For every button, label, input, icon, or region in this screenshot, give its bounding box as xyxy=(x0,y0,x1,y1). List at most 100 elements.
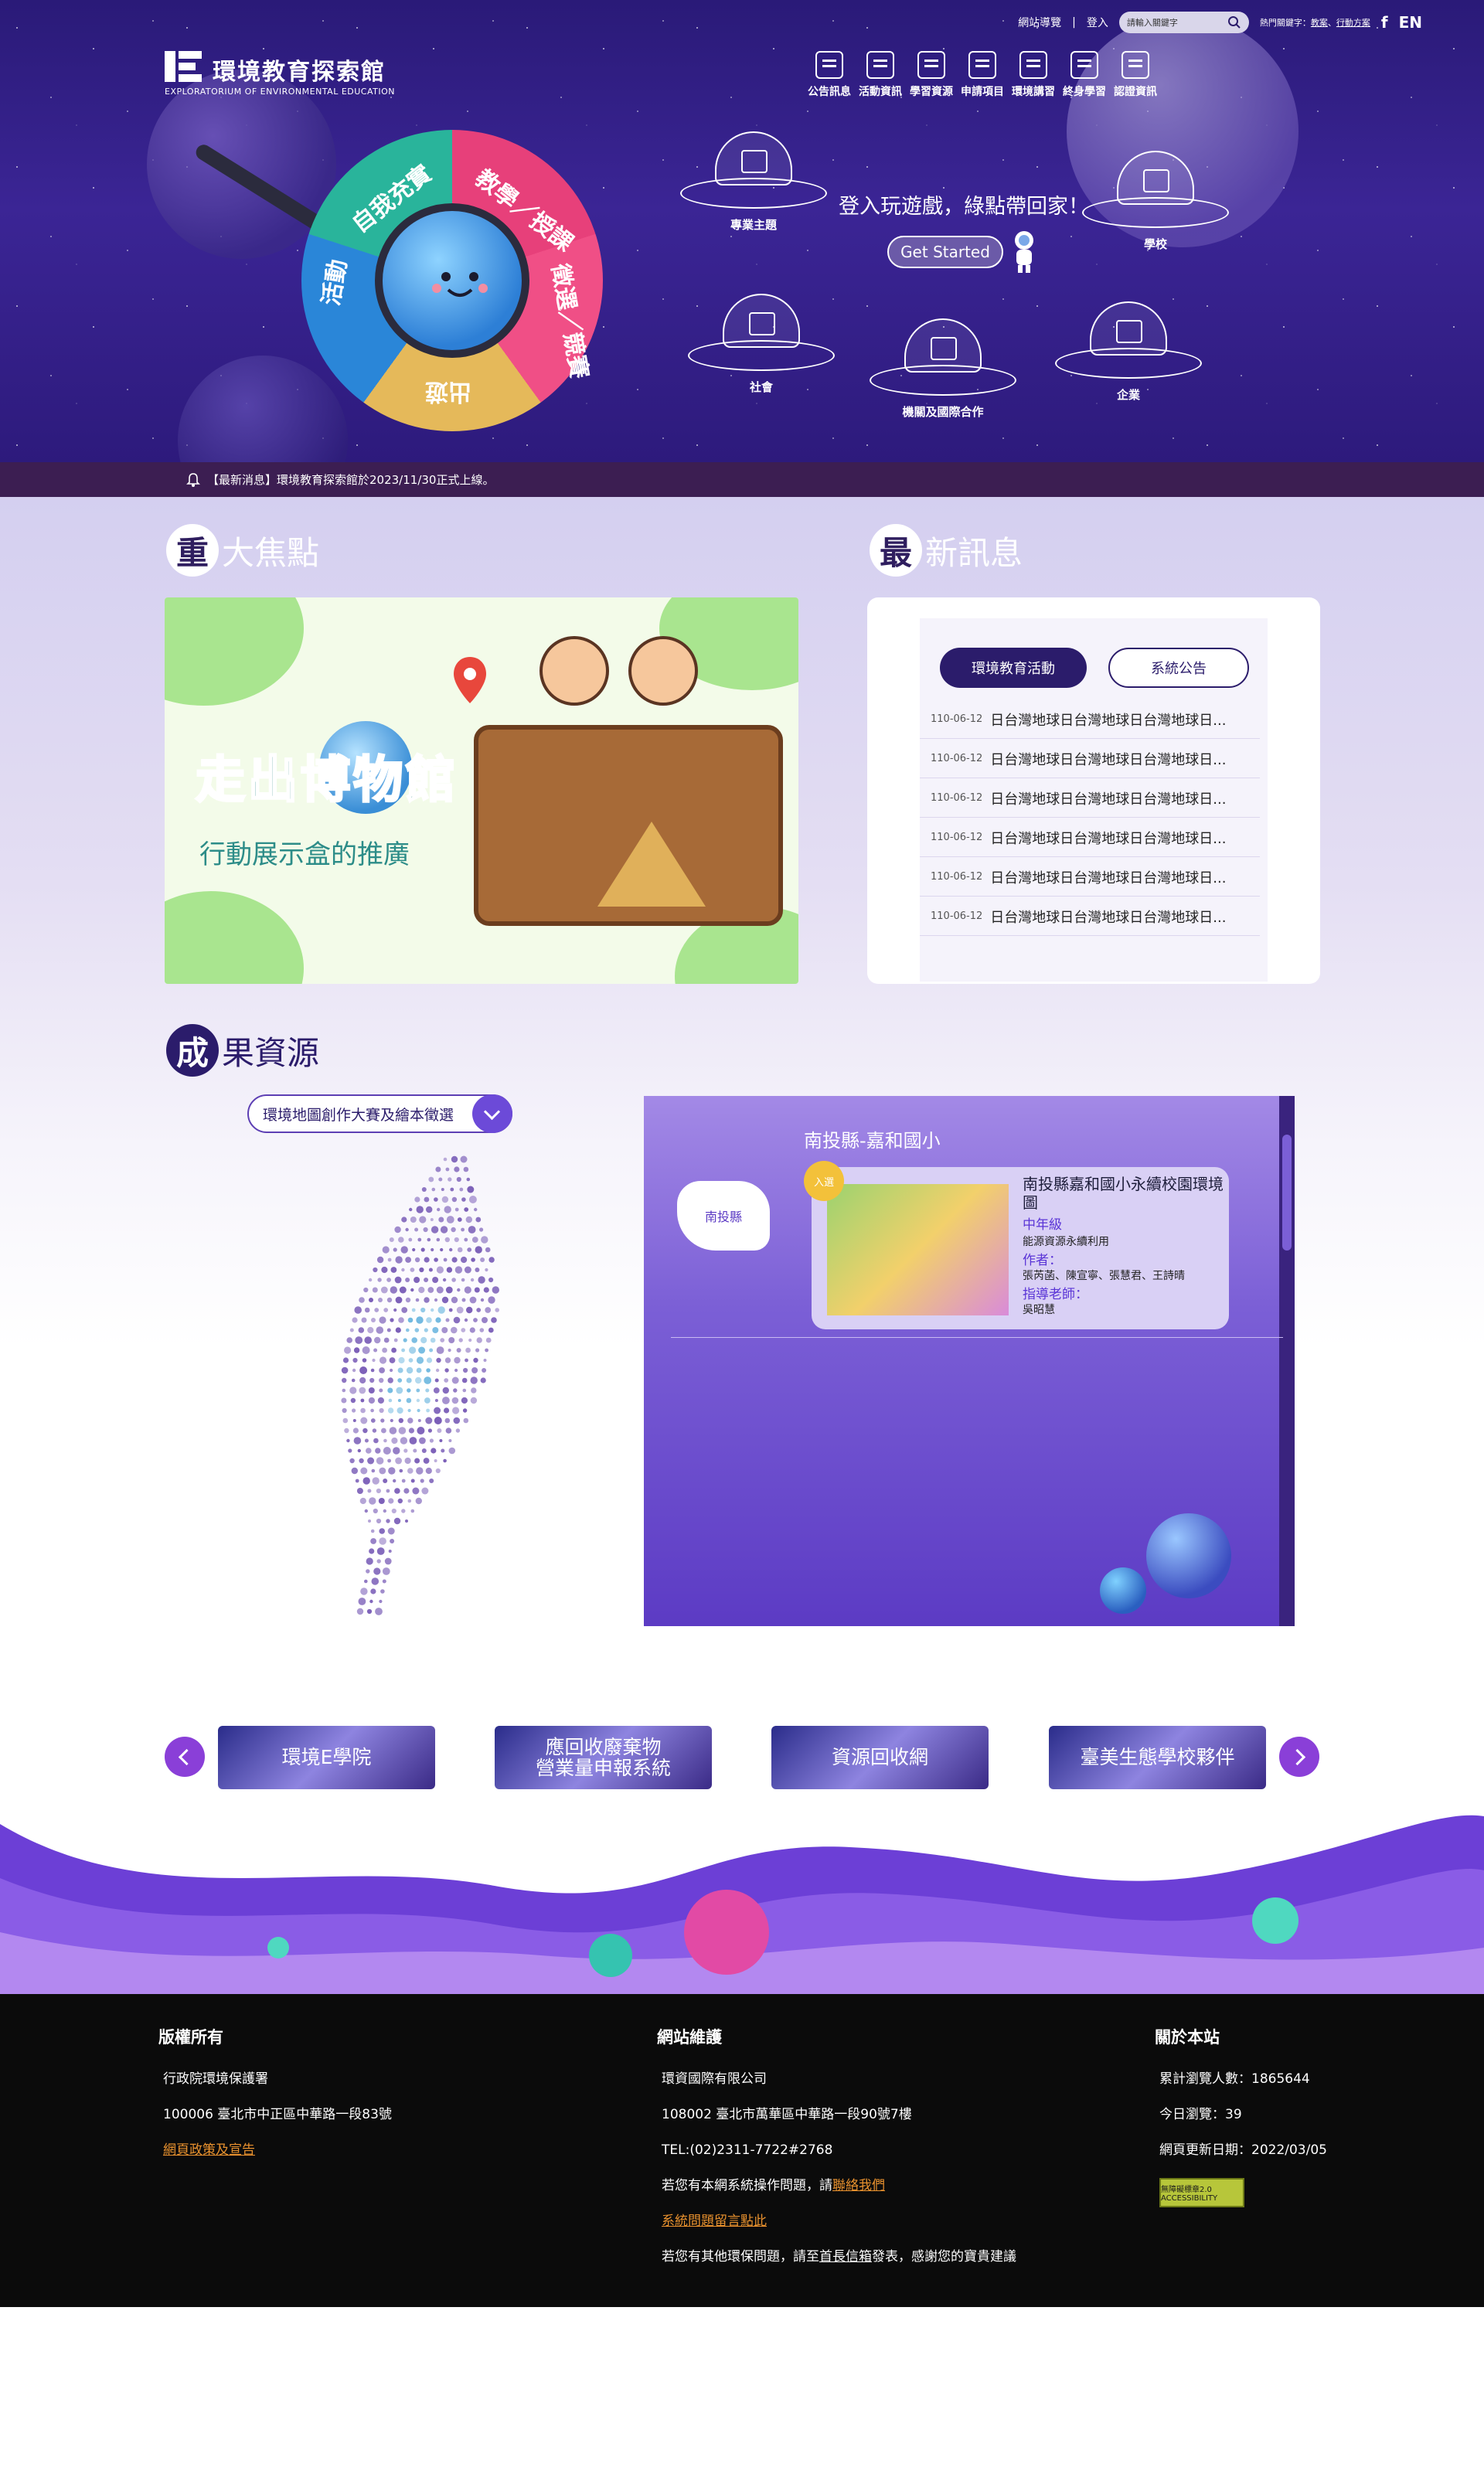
director-mailbox-link[interactable]: 首長信箱 xyxy=(819,2249,872,2265)
link-button-eco-schools[interactable]: 臺美生態學校夥伴 xyxy=(1049,1726,1266,1789)
news-item[interactable]: 110-06-12 日台灣地球日台灣地球日台灣地球日... xyxy=(920,740,1260,778)
map-dot xyxy=(437,1428,441,1433)
news-item[interactable]: 110-06-12 日台灣地球日台灣地球日台灣地球日... xyxy=(920,779,1260,818)
map-dot xyxy=(362,1358,367,1363)
contact-link[interactable]: 聯絡我們 xyxy=(832,2178,885,2193)
nav-item-applications[interactable]: 申請項目 xyxy=(961,51,1004,99)
map-dot xyxy=(381,1267,387,1273)
link-button-recycling-network[interactable]: 資源回收網 xyxy=(771,1726,989,1789)
map-dot xyxy=(390,1369,393,1372)
result-title[interactable]: 南投縣嘉和國小永續校園環境圖 xyxy=(1023,1175,1224,1212)
accessibility-badge[interactable]: 無障礙標章2.0 ACCESSIBILITY xyxy=(1159,2178,1244,2207)
language-switch[interactable]: EN xyxy=(1399,13,1422,32)
taiwan-dot-map[interactable] xyxy=(278,1152,526,1623)
nav-item-lectures[interactable]: 環境講習 xyxy=(1012,51,1055,99)
news-item[interactable]: 110-06-12 日台灣地球日台灣地球日台灣地球日... xyxy=(920,897,1260,936)
map-dot xyxy=(383,1246,390,1253)
nav-item-lifelong[interactable]: 終身學習 xyxy=(1063,51,1106,99)
footer-address: 108002 臺北市萬華區中華路一段90號7樓 xyxy=(657,2107,1016,2142)
nav-label: 認證資訊 xyxy=(1114,86,1157,98)
map-dot xyxy=(394,1227,400,1233)
nav-item-events[interactable]: 活動資訊 xyxy=(859,51,902,99)
map-dot xyxy=(464,1167,469,1172)
search-input[interactable]: 請輸入關鍵字 xyxy=(1119,12,1249,33)
nav-item-certification[interactable]: 認證資訊 xyxy=(1114,51,1157,99)
news-item[interactable]: 110-06-12 日台灣地球日台灣地球日台灣地球日... xyxy=(920,818,1260,857)
map-dot xyxy=(454,1417,461,1424)
ufo-enterprise[interactable]: 企業 xyxy=(1051,301,1206,403)
login-link[interactable]: 登入 xyxy=(1087,15,1108,30)
map-dot xyxy=(419,1216,426,1223)
nav-item-announcements[interactable]: 公告訊息 xyxy=(808,51,851,99)
map-dot xyxy=(475,1288,480,1293)
feedback-link[interactable]: 系統問題留言點此 xyxy=(662,2214,767,2229)
ufo-society[interactable]: 社會 xyxy=(684,294,839,395)
map-dot xyxy=(432,1188,436,1192)
map-dot xyxy=(474,1208,477,1211)
wheel-segment-outing[interactable]: 出遊 xyxy=(425,377,471,411)
hot-keyword-link[interactable]: 教案 xyxy=(1311,18,1328,28)
wheel-segment-contests[interactable]: 徵選／競賽 xyxy=(545,260,598,380)
nav-item-learning[interactable]: 學習資源 xyxy=(910,51,953,99)
get-started-button[interactable]: Get Started xyxy=(887,236,1003,268)
map-dot xyxy=(382,1348,387,1353)
map-dot xyxy=(380,1356,386,1363)
footer-maintenance: 網站維護 環資國際有限公司 108002 臺北市萬華區中華路一段90號7樓 TE… xyxy=(657,2025,1016,2285)
map-dot xyxy=(395,1277,402,1284)
map-dot xyxy=(358,1449,361,1452)
map-dot xyxy=(437,1238,441,1242)
carousel-next-button[interactable] xyxy=(1279,1737,1319,1777)
news-item[interactable]: 110-06-12 日台灣地球日台灣地球日台灣地球日... xyxy=(920,858,1260,897)
map-dot xyxy=(375,1608,383,1615)
ufo-school[interactable]: 學校 xyxy=(1078,151,1233,252)
map-dot xyxy=(478,1276,485,1283)
tab-system-announcements[interactable]: 系統公告 xyxy=(1108,648,1249,688)
chevron-down-icon[interactable] xyxy=(472,1094,512,1133)
focus-banner[interactable]: 走出博物館 行動展示盒的推廣 xyxy=(165,597,798,984)
wheel-segment-activities[interactable]: 活動 xyxy=(311,257,353,308)
logo-subtitle: EXPLORATORIUM OF ENVIRONMENTAL EDUCATION xyxy=(165,87,395,97)
sitemap-link[interactable]: 網站導覽 xyxy=(1018,15,1061,30)
ufo-professional-topics[interactable]: 專業主題 xyxy=(676,131,831,233)
topbar-separator: | xyxy=(1072,16,1076,29)
search-icon[interactable] xyxy=(1227,15,1241,29)
results-category-select[interactable]: 環境地圖創作大賽及繪本徵選 xyxy=(247,1094,512,1133)
map-dot xyxy=(444,1158,448,1162)
hot-keyword-link[interactable]: 行動方案 xyxy=(1336,18,1370,28)
ufo-label: 機關及國際合作 xyxy=(866,403,1020,420)
facebook-icon[interactable]: f xyxy=(1381,13,1388,32)
news-item[interactable]: 110-06-12 日台灣地球日台灣地球日台灣地球日... xyxy=(920,700,1260,739)
map-dot xyxy=(465,1359,468,1363)
scrollbar[interactable] xyxy=(1279,1096,1295,1626)
map-dot xyxy=(352,1379,356,1383)
scrollbar-thumb[interactable] xyxy=(1282,1135,1292,1251)
people-icon xyxy=(749,312,775,335)
map-dot xyxy=(342,1389,346,1393)
policy-link[interactable]: 網頁政策及宣告 xyxy=(163,2142,255,2158)
map-dot xyxy=(408,1238,412,1242)
map-dot xyxy=(481,1377,486,1383)
ufo-agencies-international[interactable]: 機關及國際合作 xyxy=(866,318,1020,420)
map-dot-selected-county xyxy=(427,1357,432,1363)
artwork-thumbnail[interactable] xyxy=(827,1184,1009,1315)
map-dot xyxy=(370,1409,374,1413)
link-button-e-academy[interactable]: 環境E學院 xyxy=(218,1726,435,1789)
map-dot xyxy=(461,1257,467,1263)
map-dot-selected-county xyxy=(407,1398,412,1404)
map-dot xyxy=(441,1226,448,1233)
map-dot xyxy=(485,1247,491,1253)
footer-heading: 版權所有 xyxy=(158,2025,392,2048)
map-dot xyxy=(391,1348,397,1353)
map-dot xyxy=(434,1197,438,1202)
tab-environmental-activities[interactable]: 環境教育活動 xyxy=(940,648,1087,688)
map-dot-selected-county xyxy=(415,1328,420,1332)
map-dot xyxy=(400,1287,407,1294)
map-dot xyxy=(343,1357,349,1363)
certificate-icon xyxy=(1122,51,1149,79)
map-dot xyxy=(346,1439,349,1442)
carousel-prev-button[interactable] xyxy=(165,1737,205,1777)
link-button-recycling-report[interactable]: 應回收廢棄物 營業量申報系統 xyxy=(495,1726,712,1789)
news-ticker[interactable]: 【最新消息】環境教育探索館於2023/11/30正式上線。 xyxy=(0,462,1484,497)
map-dot xyxy=(461,1328,465,1332)
map-dot xyxy=(393,1479,396,1482)
